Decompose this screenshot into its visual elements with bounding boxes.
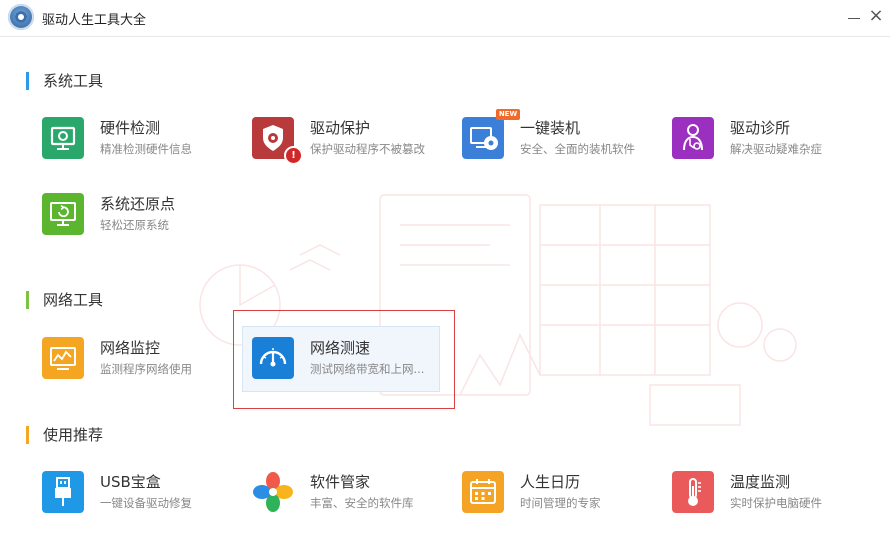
tool-name: USB宝盒 — [100, 473, 161, 491]
section-accent-bar — [26, 291, 29, 309]
tool-description: 解决驱动疑难杂症 — [730, 142, 822, 156]
tool-hardware-check[interactable]: 硬件检测 精准检测硬件信息 — [42, 117, 242, 165]
tool-description: 时间管理的专家 — [520, 496, 601, 510]
tool-name: 网络测速 — [310, 339, 371, 357]
app-logo-icon — [8, 4, 34, 30]
tool-driver-protect[interactable]: 驱动保护 保护驱动程序不被篡改 — [252, 117, 452, 165]
section-accent-bar — [26, 72, 29, 90]
tool-network-speed[interactable]: 网络测速 测试网络带宽和上网... — [252, 337, 452, 385]
speedometer-icon — [252, 337, 294, 379]
close-button[interactable]: × — [866, 6, 886, 26]
tool-description: 保护驱动程序不被篡改 — [310, 142, 425, 156]
title-bar: 驱动人生工具大全 × — [0, 0, 890, 37]
tool-name: 人生日历 — [520, 473, 581, 491]
section-accent-bar — [26, 426, 29, 444]
usb-icon — [42, 471, 84, 513]
tool-description: 安全、全面的装机软件 — [520, 142, 635, 156]
tool-description: 一键设备驱动修复 — [100, 496, 192, 510]
tool-name: 硬件检测 — [100, 119, 161, 137]
screen-disc-icon — [462, 117, 504, 159]
new-badge: NEW — [496, 109, 520, 120]
calendar-icon — [462, 471, 504, 513]
section-title: 网络工具 — [43, 291, 104, 309]
tool-description: 精准检测硬件信息 — [100, 142, 192, 156]
tool-name: 软件管家 — [310, 473, 371, 491]
alert-badge-icon: ! — [284, 146, 303, 165]
tool-description: 监测程序网络使用 — [100, 362, 192, 376]
section-title: 使用推荐 — [43, 426, 104, 444]
tool-description: 实时保护电脑硬件 — [730, 496, 822, 510]
tool-driver-clinic[interactable]: 驱动诊所 解决驱动疑难杂症 — [672, 117, 872, 165]
tool-restore-point[interactable]: 系统还原点 轻松还原系统 — [42, 193, 242, 241]
tool-name: 驱动诊所 — [730, 119, 791, 137]
section-title: 系统工具 — [43, 72, 104, 90]
tool-temperature-monitor[interactable]: 温度监测 实时保护电脑硬件 — [672, 471, 872, 519]
petals-icon — [252, 471, 294, 513]
thermometer-icon — [672, 471, 714, 513]
tool-network-monitor[interactable]: 网络监控 监测程序网络使用 — [42, 337, 242, 385]
chart-monitor-icon — [42, 337, 84, 379]
tool-life-calendar[interactable]: 人生日历 时间管理的专家 — [462, 471, 662, 519]
tool-name: 温度监测 — [730, 473, 791, 491]
tool-name: 网络监控 — [100, 339, 161, 357]
tool-description: 测试网络带宽和上网... — [310, 362, 425, 376]
doctor-icon — [672, 117, 714, 159]
minimize-icon — [848, 18, 860, 19]
tool-name: 系统还原点 — [100, 195, 176, 213]
monitor-icon — [42, 117, 84, 159]
window-title: 驱动人生工具大全 — [42, 13, 147, 28]
tool-usb-box[interactable]: USB宝盒 一键设备驱动修复 — [42, 471, 242, 519]
minimize-button[interactable] — [844, 6, 864, 26]
tool-description: 丰富、安全的软件库 — [310, 496, 414, 510]
tool-one-key-install[interactable]: 一键装机 安全、全面的装机软件 — [462, 117, 662, 165]
restore-icon — [42, 193, 84, 235]
tool-name: 一键装机 — [520, 119, 581, 137]
tool-name: 驱动保护 — [310, 119, 371, 137]
tool-description: 轻松还原系统 — [100, 218, 169, 232]
tool-software-manager[interactable]: 软件管家 丰富、安全的软件库 — [252, 471, 452, 519]
